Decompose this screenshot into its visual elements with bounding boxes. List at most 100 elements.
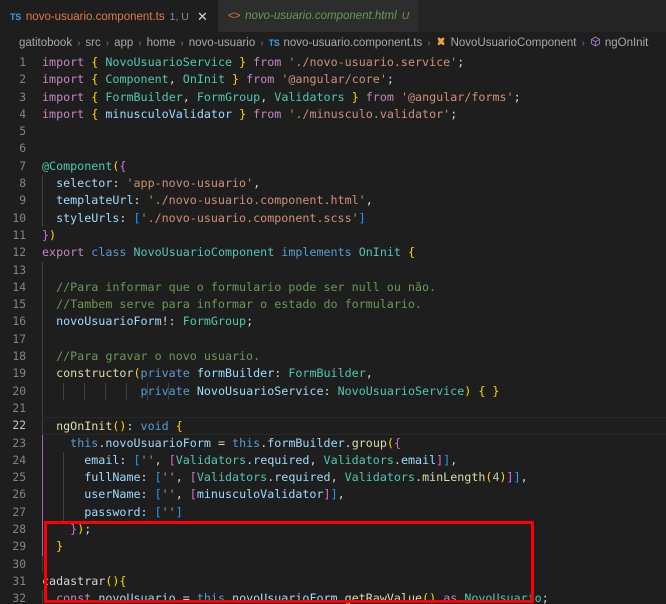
line-text[interactable]: import { minusculoValidator } from './mi… bbox=[42, 106, 666, 123]
code-line[interactable]: 29 } bbox=[0, 538, 666, 556]
line-number: 25 bbox=[12, 471, 26, 485]
code-line[interactable]: 20 private NovoUsuarioService: NovoUsuar… bbox=[0, 382, 666, 400]
line-text[interactable]: import { FormBuilder, FormGroup, Validat… bbox=[42, 89, 666, 106]
code-line[interactable]: 15 //Tambem serve para informar o estado… bbox=[0, 296, 666, 314]
line-text[interactable]: templateUrl: './novo-usuario.component.h… bbox=[42, 192, 666, 210]
line-number: 19 bbox=[12, 367, 26, 381]
line-text[interactable]: ngOnInit(): void { bbox=[42, 417, 666, 436]
code-line-active[interactable]: 22 ngOnInit(): void { bbox=[0, 417, 666, 436]
tab-label: novo-usuario.component.ts bbox=[25, 10, 165, 23]
line-text[interactable]: }); bbox=[42, 521, 666, 539]
breadcrumb-item-label: NovoUsuarioComponent bbox=[450, 37, 577, 49]
code-line[interactable]: 27 password: [''] bbox=[0, 503, 666, 522]
line-number: 24 bbox=[12, 453, 26, 467]
code-line[interactable]: 26 userName: ['', [minusculoValidator]], bbox=[0, 486, 666, 504]
line-text[interactable] bbox=[42, 555, 666, 573]
line-text[interactable]: export class NovoUsuarioComponent implem… bbox=[42, 244, 666, 261]
line-text[interactable]: password: [''] bbox=[42, 503, 666, 522]
code-line[interactable]: 10 styleUrls: ['./novo-usuario.component… bbox=[0, 209, 666, 227]
line-number: 26 bbox=[12, 488, 26, 502]
line-number: 7 bbox=[19, 159, 26, 173]
line-number: 1 bbox=[19, 56, 26, 69]
line-text[interactable]: } bbox=[42, 538, 666, 556]
code-line[interactable]: 5 bbox=[0, 123, 666, 140]
code-line[interactable]: 12 export class NovoUsuarioComponent imp… bbox=[0, 244, 666, 261]
line-number: 17 bbox=[12, 332, 26, 346]
code-line[interactable]: 9 templateUrl: './novo-usuario.component… bbox=[0, 192, 666, 210]
line-text[interactable]: this.novoUsuarioForm = this.formBuilder.… bbox=[42, 434, 666, 452]
code-line[interactable]: 4 import { minusculoValidator } from './… bbox=[0, 106, 666, 123]
line-text[interactable]: selector: 'app-novo-usuario', bbox=[42, 175, 666, 193]
code-line[interactable]: 28 }); bbox=[0, 521, 666, 539]
code-line[interactable]: 25 fullName: ['', [Validators.required, … bbox=[0, 469, 666, 487]
code-editor[interactable]: 1 import { NovoUsuarioService } from './… bbox=[0, 54, 666, 604]
line-text[interactable]: import { Component, OnInit } from '@angu… bbox=[42, 71, 666, 88]
line-number: 27 bbox=[12, 505, 26, 519]
code-line[interactable]: 2 import { Component, OnInit } from '@an… bbox=[0, 71, 666, 88]
line-text[interactable] bbox=[42, 330, 666, 349]
line-text[interactable]: novoUsuarioForm!: FormGroup; bbox=[42, 313, 666, 331]
code-line[interactable]: 3 import { FormBuilder, FormGroup, Valid… bbox=[0, 89, 666, 106]
line-text[interactable] bbox=[42, 261, 666, 279]
code-line[interactable]: 30 bbox=[0, 555, 666, 573]
close-icon[interactable]: ✕ bbox=[196, 10, 209, 23]
line-number: 12 bbox=[12, 246, 26, 260]
line-text[interactable] bbox=[42, 123, 666, 140]
code-line[interactable]: 32 const novoUsuario = this.novoUsuarioF… bbox=[0, 590, 666, 604]
line-text[interactable]: //Tambem serve para informar o estado do… bbox=[42, 296, 666, 314]
line-text[interactable]: styleUrls: ['./novo-usuario.component.sc… bbox=[42, 209, 666, 227]
tab-novo-usuario-component-ts[interactable]: TS novo-usuario.component.ts 1, U ✕ bbox=[0, 0, 218, 32]
breadcrumb-separator: › bbox=[77, 37, 81, 49]
code-line[interactable]: 14 //Para informar que o formulario pode… bbox=[0, 278, 666, 297]
code-content[interactable]: 1 import { NovoUsuarioService } from './… bbox=[0, 54, 666, 604]
line-text[interactable]: @Component({ bbox=[42, 158, 666, 175]
line-number: 6 bbox=[19, 142, 26, 156]
breadcrumb-item-home[interactable]: home bbox=[147, 37, 176, 49]
code-line[interactable]: 17 bbox=[0, 330, 666, 349]
code-line[interactable]: 21 bbox=[0, 399, 666, 418]
line-text[interactable]: fullName: ['', [Validators.required, Val… bbox=[42, 469, 666, 487]
breadcrumb-separator: › bbox=[138, 37, 142, 49]
breadcrumb-item-novo-usuario[interactable]: novo-usuario bbox=[189, 37, 255, 49]
line-number: 13 bbox=[12, 263, 26, 277]
code-line[interactable]: 11 }) bbox=[0, 227, 666, 244]
line-text[interactable]: }) bbox=[42, 227, 666, 244]
line-number: 15 bbox=[12, 298, 26, 312]
code-line[interactable]: 23 this.novoUsuarioForm = this.formBuild… bbox=[0, 434, 666, 452]
line-text[interactable]: const novoUsuario = this.novoUsuarioForm… bbox=[42, 590, 666, 604]
code-line[interactable]: 16 novoUsuarioForm!: FormGroup; bbox=[0, 313, 666, 331]
line-text[interactable]: //Para informar que o formulario pode se… bbox=[42, 278, 666, 297]
breadcrumb-item-src[interactable]: src bbox=[85, 37, 100, 49]
tab-bar-filler bbox=[419, 0, 666, 32]
line-text[interactable]: userName: ['', [minusculoValidator]], bbox=[42, 486, 666, 504]
code-line[interactable]: 13 bbox=[0, 261, 666, 279]
breadcrumb-item-file[interactable]: TS novo-usuario.component.ts bbox=[269, 37, 423, 49]
code-line[interactable]: 19 constructor(private formBuilder: Form… bbox=[0, 365, 666, 383]
line-text[interactable]: constructor(private formBuilder: FormBui… bbox=[42, 365, 666, 383]
method-symbol-icon bbox=[590, 36, 601, 50]
breadcrumb-separator: › bbox=[260, 37, 264, 49]
code-line[interactable]: 7 @Component({ bbox=[0, 158, 666, 175]
line-text[interactable]: email: ['', [Validators.required, Valida… bbox=[42, 451, 666, 470]
line-text[interactable]: import { NovoUsuarioService } from './no… bbox=[42, 54, 666, 71]
breadcrumb-item-gatitobook[interactable]: gatitobook bbox=[19, 37, 72, 49]
breadcrumb-item-label: ngOnInit bbox=[604, 37, 649, 49]
line-text[interactable] bbox=[42, 140, 666, 157]
breadcrumb-item-app[interactable]: app bbox=[114, 37, 133, 49]
line-text[interactable]: private NovoUsuarioService: NovoUsuarioS… bbox=[42, 382, 666, 400]
code-line[interactable]: 31 cadastrar(){ bbox=[0, 573, 666, 590]
code-line[interactable]: 6 bbox=[0, 140, 666, 157]
line-number: 10 bbox=[12, 211, 26, 225]
breadcrumb-item-method[interactable]: ngOnInit bbox=[590, 36, 648, 50]
code-line[interactable]: 18 //Para gravar o novo usuario. bbox=[0, 348, 666, 366]
tab-novo-usuario-component-html[interactable]: <> novo-usuario.component.html U bbox=[217, 0, 420, 32]
code-line[interactable]: 1 import { NovoUsuarioService } from './… bbox=[0, 54, 666, 71]
line-text[interactable] bbox=[42, 399, 666, 418]
breadcrumb-item-class[interactable]: NovoUsuarioComponent bbox=[436, 36, 577, 50]
code-line[interactable]: 8 selector: 'app-novo-usuario', bbox=[0, 175, 666, 193]
line-number: 18 bbox=[12, 350, 26, 364]
class-symbol-icon bbox=[436, 36, 447, 50]
line-text[interactable]: //Para gravar o novo usuario. bbox=[42, 348, 666, 366]
line-text[interactable]: cadastrar(){ bbox=[42, 573, 666, 590]
code-line[interactable]: 24 email: ['', [Validators.required, Val… bbox=[0, 451, 666, 470]
